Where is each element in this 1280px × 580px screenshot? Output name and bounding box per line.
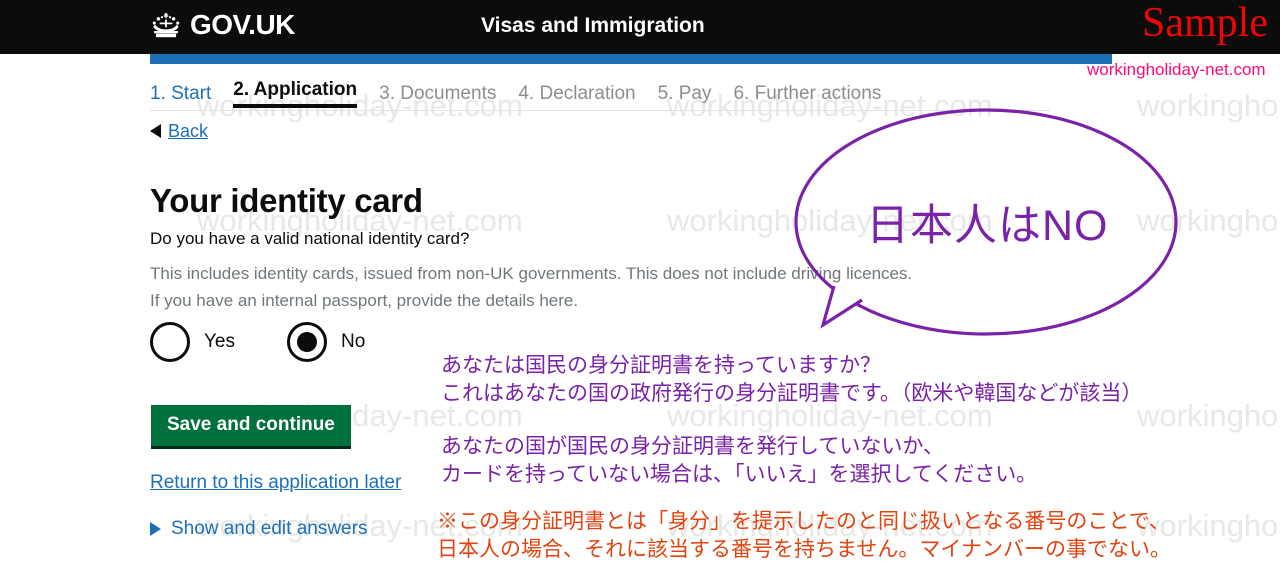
annotation-select-note: あなたの国が国民の身分証明書を発行していないか、カードを持っていない場合は、「い… <box>441 433 1037 489</box>
question-label: Do you have a valid national identity ca… <box>150 229 470 248</box>
radio-option-yes[interactable]: Yes <box>150 322 235 362</box>
site-tag: workingholiday-net.com <box>1087 60 1266 79</box>
radio-selected-dot <box>297 332 317 352</box>
speech-bubble-text: 日本人はNO <box>866 202 1109 250</box>
annotation-line: カードを持っていない場合は、「いいえ」を選択してください。 <box>441 463 1038 486</box>
return-later-link[interactable]: Return to this application later <box>150 472 401 494</box>
annotation-footnote: ※この身分証明書とは「身分」を提示したのと同じ扱いとなる番号のことで、 日本人の場… <box>437 508 1171 564</box>
right-triangle-icon <box>150 522 161 536</box>
radio-label-yes: Yes <box>204 331 235 352</box>
page-root: workingholiday-net.com workingholiday-ne… <box>0 0 1280 580</box>
annotation-line: あなたの国が国民の身分証明書を発行していないか、 <box>441 435 944 458</box>
gov-header: GOV.UK Visas and Immigration Sample <box>0 0 1280 54</box>
step-declaration: 4. Declaration <box>518 83 636 104</box>
annotation-line: 日本人の場合、それに該当する番号を持ちません。マイナンバーの事でない。 <box>437 538 1171 561</box>
show-and-edit-answers-toggle[interactable]: Show and edit answers <box>150 518 367 540</box>
step-documents: 3. Documents <box>379 83 497 104</box>
radio-circle-yes[interactable] <box>150 322 190 362</box>
left-triangle-icon <box>150 124 161 138</box>
back-link[interactable]: Back <box>168 121 208 141</box>
save-and-continue-button[interactable]: Save and continue <box>151 405 351 449</box>
identity-card-radio-group: Yes No <box>150 322 417 362</box>
radio-option-no[interactable]: No <box>287 322 365 362</box>
annotation-line: あなたは国民の身分証明書を持っていますか？ <box>441 354 881 377</box>
page-title: Your identity card <box>150 182 423 220</box>
brand-name: GOV.UK <box>190 9 295 40</box>
crown-icon <box>150 12 182 38</box>
step-application[interactable]: 2. Application <box>233 79 358 108</box>
annotation-question-note: あなたは国民の身分証明書を持っていますか？ これはあなたの国の政府発行の身分証明書… <box>441 352 1142 408</box>
annotation-line: ※この身分証明書とは「身分」を提示したのと同じ扱いとなる番号のことで、 <box>437 510 1170 533</box>
phase-blue-bar <box>150 54 1112 64</box>
radio-label-no: No <box>341 331 366 352</box>
sample-watermark: Sample <box>1142 0 1268 46</box>
show-answers-label[interactable]: Show and edit answers <box>171 518 367 540</box>
gov-uk-logo[interactable]: GOV.UK <box>150 11 295 39</box>
service-title: Visas and Immigration <box>481 14 705 37</box>
annotation-line: これはあなたの国の政府発行の身分証明書です。（欧米や韓国などが該当） <box>441 382 1143 405</box>
step-pay: 5. Pay <box>657 83 712 104</box>
watermark-text: workingholiday-net.com <box>1137 398 1280 433</box>
step-start[interactable]: 1. Start <box>150 83 233 108</box>
back-navigation[interactable]: Back <box>150 121 208 141</box>
radio-circle-no[interactable] <box>287 322 327 362</box>
